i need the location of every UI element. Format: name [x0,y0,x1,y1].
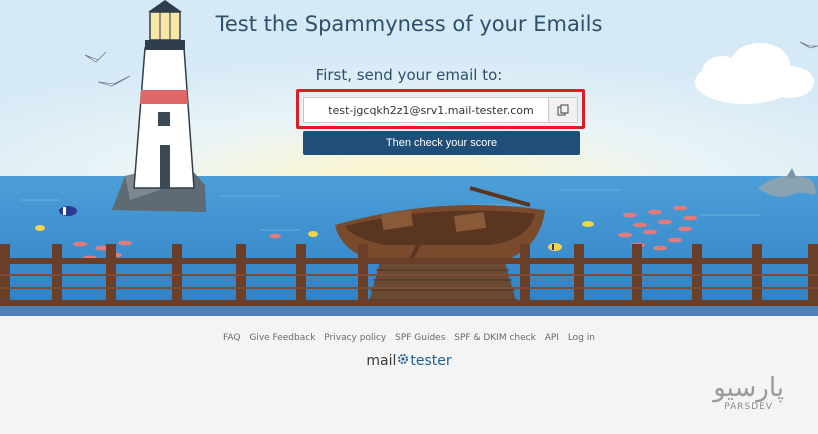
send-instruction: First, send your email to: [315,66,503,84]
footer-link-faq[interactable]: FAQ [223,333,240,343]
gear-icon [397,353,409,369]
email-address-text[interactable]: test-jgcqkh2z1@srv1.mail-tester.com [304,104,548,117]
mail-tester-logo[interactable]: mail tester [0,353,818,369]
copy-icon [557,104,569,116]
seaside-scene [0,0,818,316]
hero-illustration [0,0,818,316]
logo-tester: tester [410,353,452,369]
footer-link-spf-dkim[interactable]: SPF & DKIM check [454,333,536,343]
footer: FAQ Give Feedback Privacy policy SPF Gui… [0,316,818,434]
footer-links: FAQ Give Feedback Privacy policy SPF Gui… [0,333,818,343]
watermark-persian: پارسیو [713,373,784,403]
footer-link-privacy[interactable]: Privacy policy [324,333,386,343]
check-score-button[interactable]: Then check your score [303,131,580,155]
footer-link-login[interactable]: Log in [568,333,595,343]
watermark-latin: PARSDEV [724,402,773,412]
email-address-field[interactable]: test-jgcqkh2z1@srv1.mail-tester.com [303,97,578,123]
copy-button[interactable] [548,98,577,122]
footer-link-api[interactable]: API [545,333,559,343]
footer-link-spf-guides[interactable]: SPF Guides [395,333,445,343]
logo-mail: mail [366,353,397,369]
parsdev-watermark: پارسیو PARSDEV [713,374,784,412]
page-title: Test the Spammyness of your Emails [215,12,603,36]
footer-link-feedback[interactable]: Give Feedback [249,333,315,343]
